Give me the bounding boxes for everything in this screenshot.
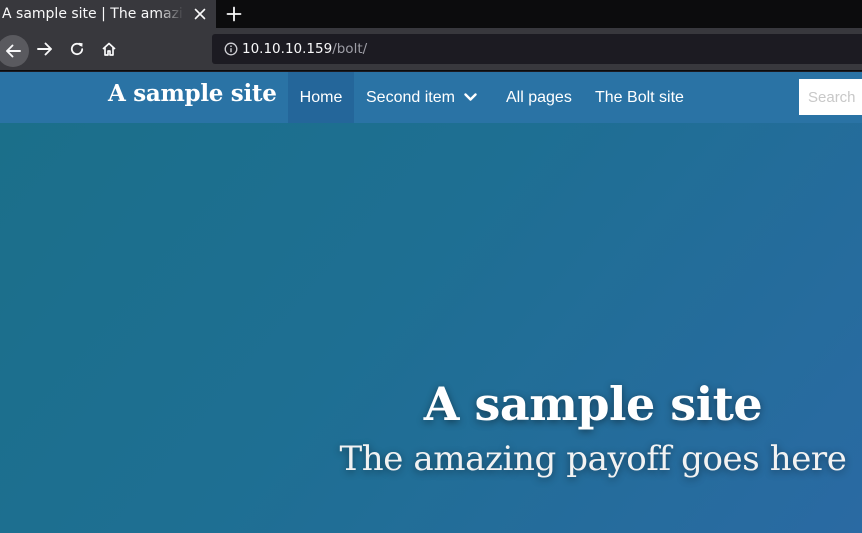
back-arrow-icon[interactable] (0, 35, 29, 67)
nav-item-home[interactable]: Home (288, 72, 354, 123)
hero-banner: A sample site The amazing payoff goes he… (0, 123, 862, 533)
browser-tab[interactable]: A sample site | The amazing payoff goes … (0, 0, 216, 28)
url-host: 10.10.10.159 (242, 41, 333, 57)
browser-toolbar: 10.10.10.159/bolt/ (0, 28, 862, 71)
url-path: /bolt/ (332, 41, 368, 57)
nav-item-second-item[interactable]: Second item (366, 72, 477, 123)
nav-item-all-pages[interactable]: All pages (506, 72, 572, 123)
tab-title: A sample site | The amazing payoff goes … (2, 6, 184, 22)
site-brand[interactable]: A sample site (108, 80, 277, 107)
nav-item-label: Home (299, 88, 343, 106)
search-input[interactable] (799, 79, 862, 115)
browser-tab-strip: A sample site | The amazing payoff goes … (0, 0, 862, 28)
close-icon[interactable] (190, 4, 210, 24)
nav-item-label: All pages (506, 88, 572, 106)
url-bar[interactable]: 10.10.10.159/bolt/ (212, 34, 862, 64)
nav-item-label: Second item (366, 88, 455, 106)
nav-item-bolt-site[interactable]: The Bolt site (595, 72, 684, 123)
url-text[interactable]: 10.10.10.159/bolt/ (242, 41, 367, 57)
reload-icon[interactable] (62, 34, 92, 64)
forward-arrow-icon[interactable] (30, 34, 60, 64)
plus-icon[interactable] (222, 2, 246, 26)
hero-subtitle: The amazing payoff goes here (339, 439, 847, 479)
web-page: A sample site Home Second item All pages… (0, 72, 862, 533)
nav-item-label: The Bolt site (595, 88, 684, 106)
hero-title: A sample site (423, 377, 763, 431)
site-navbar: A sample site Home Second item All pages… (0, 72, 862, 123)
home-icon[interactable] (94, 34, 124, 64)
chevron-down-icon (464, 93, 477, 102)
